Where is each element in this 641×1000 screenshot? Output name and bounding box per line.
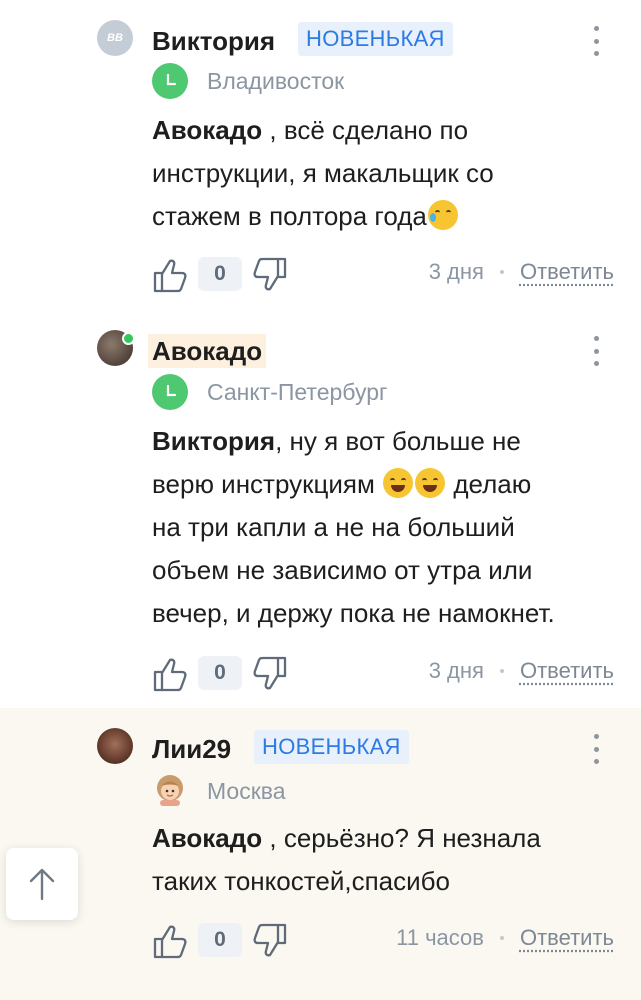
comment-actions: 0 3 дня Ответить	[152, 654, 614, 694]
comment-actions: 0 3 дня Ответить	[152, 255, 614, 295]
like-button[interactable]	[152, 921, 188, 961]
thumb-up-icon	[153, 925, 187, 959]
mention[interactable]: Виктория	[152, 426, 275, 456]
dislike-button[interactable]	[252, 255, 288, 295]
user-city: Санкт-Петербург	[207, 379, 388, 405]
clock-icon	[152, 374, 188, 410]
thumb-down-icon	[253, 923, 287, 957]
dislike-button[interactable]	[252, 654, 288, 694]
more-vertical-icon	[593, 734, 599, 739]
mention[interactable]: Авокадо	[152, 115, 262, 145]
dislike-button[interactable]	[252, 921, 288, 961]
avatar[interactable]	[97, 728, 133, 764]
mention[interactable]: Авокадо	[152, 823, 262, 853]
comment-text: Авокадо , всё сделано по инструкции, я м…	[152, 115, 494, 231]
comment: Лии29 НОВЕНЬКАЯ Москва Авокадо , серьёзн…	[0, 708, 641, 1000]
clock-icon	[152, 63, 188, 99]
thumb-up-icon	[153, 259, 187, 293]
avatar[interactable]	[97, 330, 135, 366]
like-button[interactable]	[152, 255, 188, 295]
separator-dot	[499, 270, 504, 274]
author-name[interactable]: Авокадо	[148, 334, 267, 368]
separator-dot	[499, 936, 504, 940]
comment-actions: 0 11 часов Ответить	[152, 921, 614, 961]
comment: Авокадо Санкт-Петербург Виктория, ну я в…	[0, 318, 641, 708]
status-badge: НОВЕНЬКАЯ	[254, 730, 409, 764]
reply-link[interactable]: Ответить	[520, 658, 614, 684]
author-name[interactable]: Виктория	[152, 24, 275, 58]
like-count: 0	[198, 656, 242, 690]
like-count: 0	[198, 923, 242, 957]
user-city: Владивосток	[207, 68, 345, 94]
girl-avatar-icon	[152, 772, 188, 808]
comment-time: 3 дня	[428, 259, 484, 284]
author-name[interactable]: Лии29	[152, 732, 231, 766]
comment-time: 3 дня	[428, 658, 484, 683]
more-options-button[interactable]	[590, 24, 602, 58]
comment-text: Авокадо , серьёзно? Я незнала таких тонк…	[152, 823, 541, 896]
comment-time: 11 часов	[396, 925, 484, 950]
more-options-button[interactable]	[590, 334, 602, 368]
avatar-initials: ВВ	[107, 32, 123, 44]
user-city: Москва	[207, 778, 286, 804]
like-button[interactable]	[152, 654, 188, 694]
crying-face-emoji	[427, 200, 458, 230]
laughing-tears-emoji	[383, 468, 414, 498]
comment-text: Виктория, ну я вот больше не верю инстру…	[152, 426, 555, 628]
comment: ВВ Виктория НОВЕНЬКАЯ Владивосток Авокад…	[0, 0, 641, 318]
reply-link[interactable]: Ответить	[520, 925, 614, 951]
arrow-up-icon	[29, 868, 55, 901]
avatar[interactable]: ВВ	[97, 20, 133, 56]
more-options-button[interactable]	[590, 732, 602, 766]
more-vertical-icon	[593, 26, 599, 31]
scroll-to-top-button[interactable]	[6, 848, 78, 920]
status-badge: НОВЕНЬКАЯ	[298, 22, 453, 56]
separator-dot	[499, 669, 504, 673]
like-count: 0	[198, 257, 242, 291]
online-indicator	[122, 332, 135, 345]
thumb-down-icon	[253, 257, 287, 291]
thumb-up-icon	[153, 658, 187, 692]
more-vertical-icon	[593, 336, 599, 341]
thumb-down-icon	[253, 656, 287, 690]
laughing-tears-emoji	[415, 468, 446, 498]
reply-link[interactable]: Ответить	[520, 259, 614, 285]
